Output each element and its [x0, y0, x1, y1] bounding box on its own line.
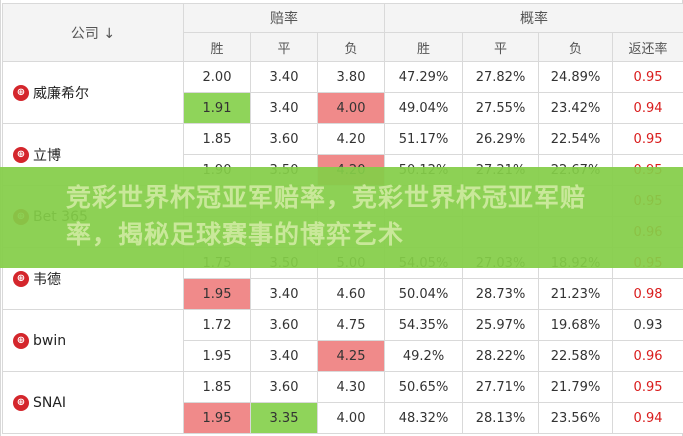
odds-win-cell: 1.95 — [183, 340, 251, 372]
col-win-odds: 胜 — [183, 32, 251, 62]
col-return-rate: 返还率 — [612, 32, 683, 62]
prob-draw-cell: 27.55% — [462, 92, 540, 124]
prob-win-cell: 50.65% — [384, 371, 464, 403]
odds-row: ⊕ SNAI 1.85 3.60 4.30 50.65% 27.71% 21.79% 0.95 — [2, 371, 683, 434]
prob-lose-cell: 22.58% — [538, 340, 614, 372]
odds-win-cell: 1.72 — [183, 309, 251, 341]
odds-win-cell: 1.85 — [183, 371, 251, 403]
return-rate-cell: 0.93 — [612, 309, 683, 341]
col-win-prob: 胜 — [384, 32, 464, 62]
company-name[interactable]: bwin — [33, 333, 66, 349]
prob-lose-cell: 21.23% — [538, 278, 614, 310]
company-name[interactable]: SNAI — [33, 395, 66, 411]
col-draw-prob: 平 — [462, 32, 540, 62]
odds-lose-cell: 4.30 — [316, 371, 386, 403]
odds-win-cell: 2.00 — [183, 61, 251, 93]
odds-draw-cell: 3.60 — [250, 123, 318, 155]
odds-win-cell: 1.95 — [183, 402, 251, 434]
company-name[interactable]: 立博 — [33, 145, 61, 165]
odds-draw-cell: 3.40 — [250, 61, 318, 93]
prob-win-cell: 48.32% — [384, 402, 464, 434]
col-draw-odds: 平 — [250, 32, 318, 62]
col-lose-prob: 负 — [538, 32, 614, 62]
prob-lose-cell: 23.42% — [538, 92, 614, 124]
prob-draw-cell: 25.97% — [462, 309, 540, 341]
company-cell[interactable]: ⊕ SNAI — [2, 371, 184, 434]
odds-row: ⊕ 立博 1.85 3.60 4.20 51.17% 26.29% 22.54% 0.95 — [2, 123, 683, 186]
prob-win-cell: 51.17% — [384, 123, 464, 155]
prob-win-cell: 54.35% — [384, 309, 464, 341]
prob-win-cell: 50.04% — [384, 278, 464, 310]
prob-lose-cell: 22.54% — [538, 123, 614, 155]
odds-draw-cell: 3.60 — [250, 371, 318, 403]
odds-lose-cell: 4.60 — [316, 278, 386, 310]
odds-win-cell: 1.91 — [183, 92, 251, 124]
odds-draw-cell: 3.40 — [250, 340, 318, 372]
return-rate-cell: 0.94 — [612, 402, 683, 434]
prob-draw-cell: 28.13% — [462, 402, 540, 434]
odds-draw-cell: 3.60 — [250, 309, 318, 341]
odds-win-cell: 1.85 — [183, 123, 251, 155]
return-rate-cell: 0.95 — [612, 61, 683, 93]
probability-group-header: 概率 — [384, 3, 683, 33]
odds-lose-cell: 4.25 — [316, 340, 386, 372]
flag-icon: ⊕ — [13, 270, 29, 287]
prob-lose-cell: 23.56% — [538, 402, 614, 434]
odds-lose-cell: 4.00 — [316, 92, 386, 124]
return-rate-cell: 0.98 — [612, 278, 683, 310]
return-rate-cell: 0.94 — [612, 92, 683, 124]
company-cell[interactable]: ⊕ 威廉希尔 — [2, 61, 184, 124]
company-wrap: ⊕ bwin — [13, 332, 183, 349]
company-wrap: ⊕ 韦德 — [13, 269, 183, 289]
flag-icon: ⊕ — [13, 394, 29, 411]
odds-draw-cell: 3.35 — [250, 402, 318, 434]
prob-draw-cell: 28.73% — [462, 278, 540, 310]
odds-group-header: 赔率 — [182, 3, 386, 33]
odds-win-cell: 1.95 — [183, 278, 251, 310]
return-rate-cell: 0.95 — [612, 371, 683, 403]
flag-icon: ⊕ — [13, 84, 29, 101]
prob-draw-cell: 26.29% — [462, 123, 540, 155]
company-name[interactable]: 韦德 — [33, 269, 61, 289]
company-wrap: ⊕ 威廉希尔 — [13, 83, 183, 103]
prob-win-cell: 49.2% — [384, 340, 464, 372]
prob-draw-cell: 27.71% — [462, 371, 540, 403]
odds-draw-cell: 3.40 — [250, 278, 318, 310]
ad-banner-text: 竞彩世界杯冠亚军赔率，竞彩世界杯冠亚军赔率，揭秘足球赛事的博弈艺术 — [66, 183, 587, 249]
odds-lose-cell: 4.75 — [316, 309, 386, 341]
odds-lose-cell: 4.00 — [316, 402, 386, 434]
col-lose-odds: 负 — [316, 32, 386, 62]
prob-lose-cell: 19.68% — [538, 309, 614, 341]
odds-lose-cell: 4.20 — [316, 123, 386, 155]
company-cell[interactable]: ⊕ bwin — [2, 309, 184, 372]
flag-icon: ⊕ — [13, 146, 29, 163]
prob-lose-cell: 24.89% — [538, 61, 614, 93]
odds-lose-cell: 3.80 — [316, 61, 386, 93]
company-sort-header[interactable]: 公司 ↓ — [2, 3, 184, 62]
return-rate-cell: 0.96 — [612, 340, 683, 372]
prob-draw-cell: 27.82% — [462, 61, 540, 93]
prob-win-cell: 49.04% — [384, 92, 464, 124]
return-rate-cell: 0.95 — [612, 123, 683, 155]
company-name[interactable]: 威廉希尔 — [33, 83, 89, 103]
prob-draw-cell: 28.22% — [462, 340, 540, 372]
odds-draw-cell: 3.40 — [250, 92, 318, 124]
odds-row: ⊕ bwin 1.72 3.60 4.75 54.35% 25.97% 19.68% 0.93 — [2, 309, 683, 372]
prob-win-cell: 47.29% — [384, 61, 464, 93]
company-wrap: ⊕ 立博 — [13, 145, 183, 165]
company-wrap: ⊕ SNAI — [13, 394, 183, 411]
flag-icon: ⊕ — [13, 332, 29, 349]
odds-row: ⊕ 威廉希尔 2.00 3.40 3.80 47.29% 27.82% 24.89% 0.95 — [2, 61, 683, 124]
ad-banner[interactable]: 竞彩世界杯冠亚军赔率，竞彩世界杯冠亚军赔率，揭秘足球赛事的博弈艺术 — [0, 167, 683, 268]
prob-lose-cell: 21.79% — [538, 371, 614, 403]
